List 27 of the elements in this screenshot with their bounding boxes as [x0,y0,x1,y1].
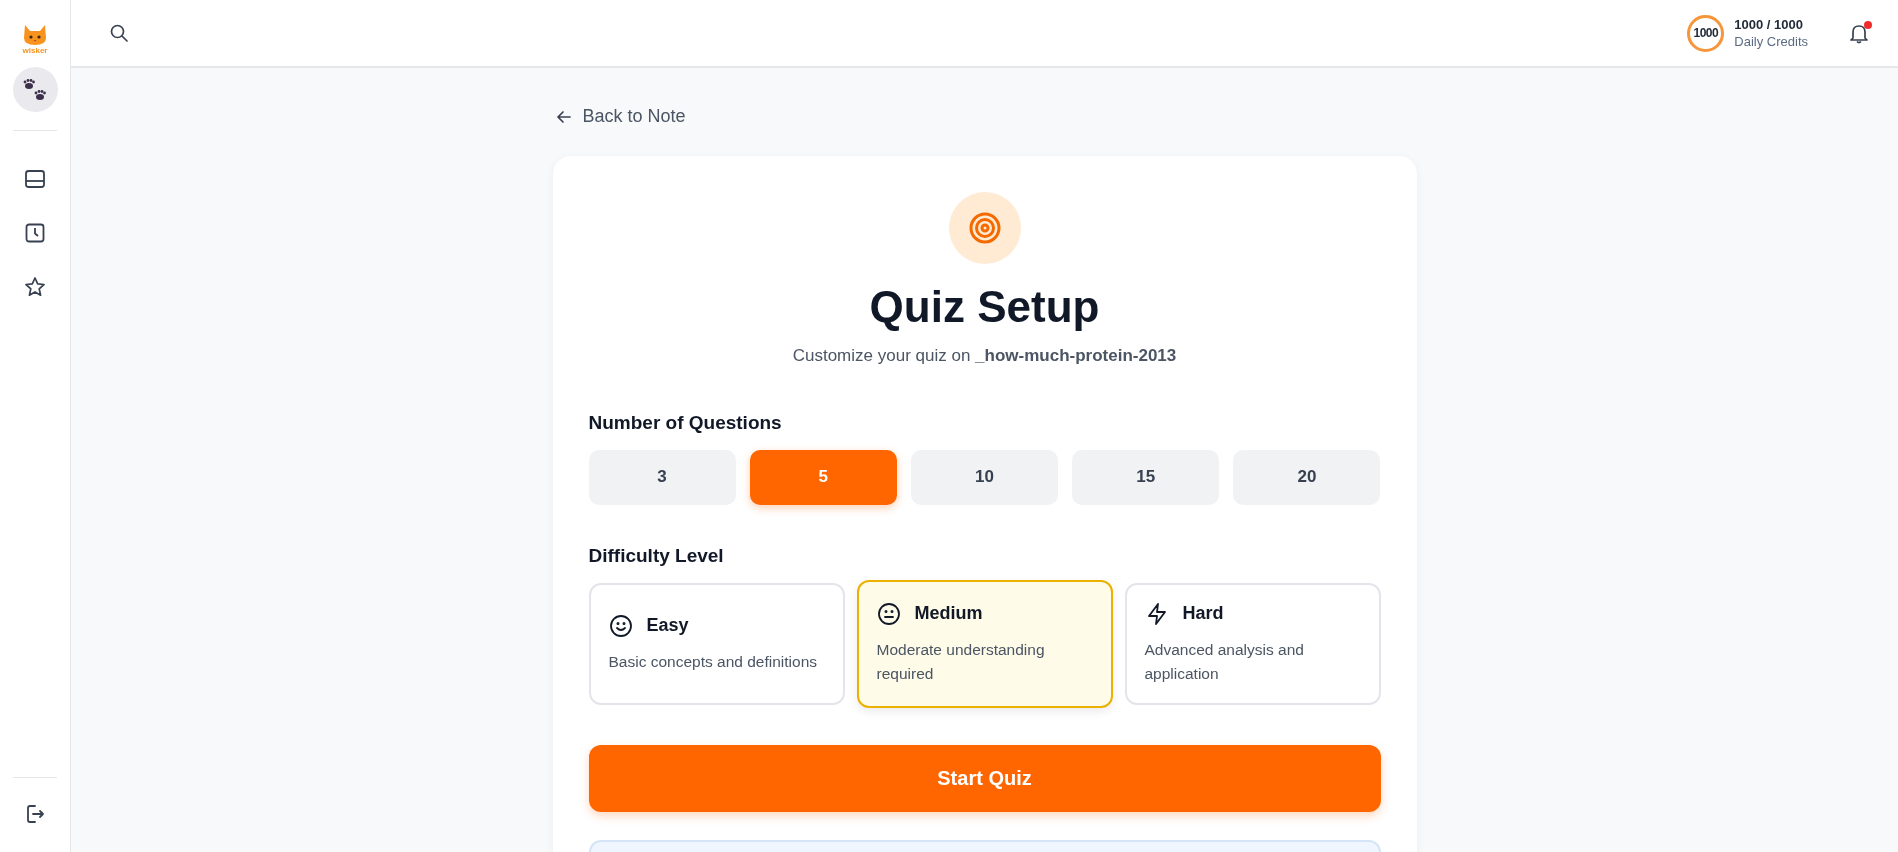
cat-logo-icon [22,24,48,46]
star-icon [24,276,46,298]
smile-icon [608,613,633,638]
paw-icon [22,76,48,103]
logo-text: wisker [22,47,48,55]
paw-avatar-button[interactable] [12,67,58,112]
question-count-option[interactable]: 3 [588,449,736,505]
credits-ring: 1000 [1687,14,1725,52]
subtitle: Customize your quiz on _how-much-protein-2013 [791,345,1178,366]
clock-icon [24,222,46,244]
question-count-option[interactable]: 15 [1072,449,1220,505]
question-count-option[interactable]: 10 [910,449,1059,505]
difficulty-option[interactable]: Medium Moderate understanding required [856,579,1113,708]
difficulty-option[interactable]: Hard Advanced analysis and application [1124,582,1381,705]
question-count-option[interactable]: 20 [1233,449,1381,505]
panel-icon [24,168,46,190]
section-heading: Difficulty Level [588,544,725,567]
neutral-face-icon [876,601,901,626]
page-title: Quiz Setup [868,281,1101,332]
back-link[interactable]: Back to Note [554,106,686,127]
difficulty-option[interactable]: Easy Basic concepts and definitions [588,582,845,705]
credits-value: 1000 / 1000 [1734,16,1804,33]
section-heading: Number of Questions [588,411,783,434]
credits-label: Daily Credits [1734,33,1808,50]
bell-icon [1848,22,1870,44]
search-icon [109,23,129,43]
logout-icon [24,803,46,825]
